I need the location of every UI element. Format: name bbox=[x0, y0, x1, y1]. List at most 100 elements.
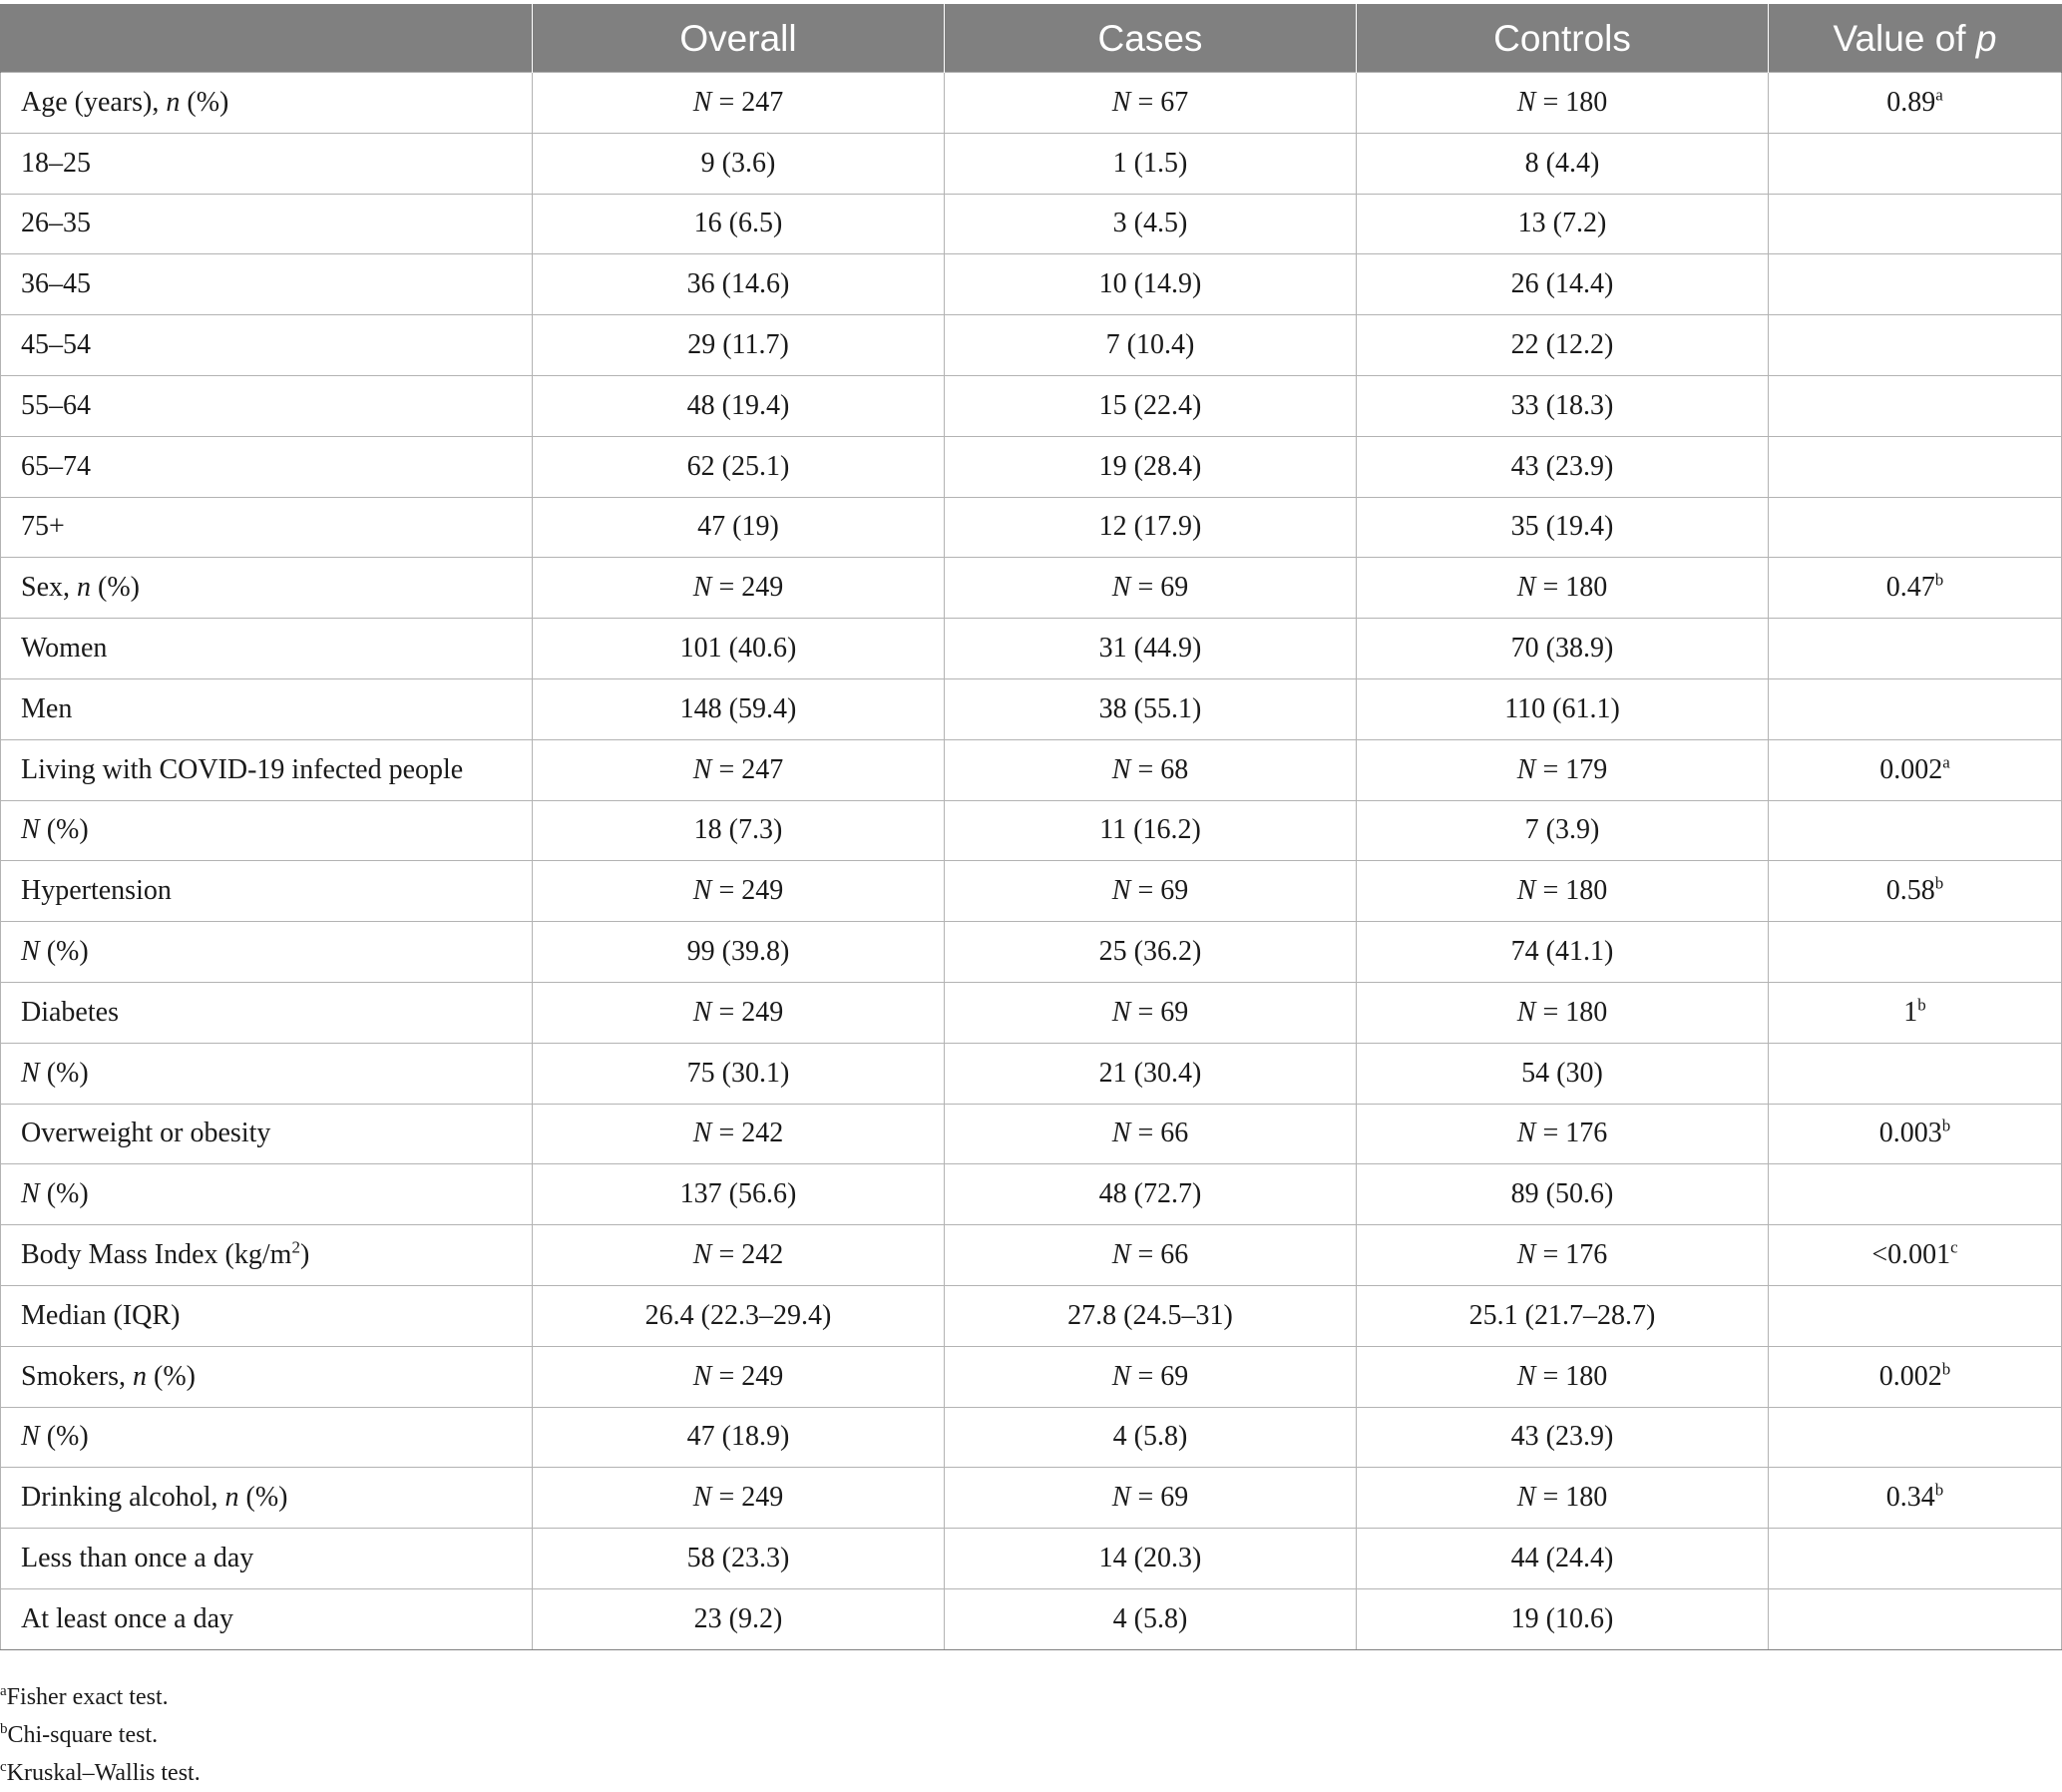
cell-controls: 74 (41.1) bbox=[1356, 921, 1769, 983]
p-value: 0.47 bbox=[1885, 572, 1935, 604]
footnote-mark: b bbox=[0, 1721, 8, 1737]
row-label: Diabetes bbox=[21, 996, 119, 1028]
cell-p-value bbox=[1768, 435, 2062, 498]
cell-value: 69 bbox=[1160, 572, 1189, 604]
row-label-cell: Sex, n (%) bbox=[0, 557, 533, 620]
row-label: 26–35 bbox=[21, 208, 91, 239]
cell-value: 18 (7.3) bbox=[693, 814, 783, 846]
n-symbol: N bbox=[1111, 86, 1131, 118]
cell-controls: N = 180 bbox=[1356, 1467, 1769, 1530]
cell-value: 47 (19) bbox=[697, 511, 779, 543]
table-row: N (%) 18 (7.3) 11 (16.2) 7 (3.9) bbox=[0, 799, 2062, 862]
n-equals: = bbox=[1130, 86, 1161, 118]
cell-value: 242 bbox=[741, 1239, 784, 1271]
cell-p-value: 0.002b bbox=[1768, 1345, 2062, 1408]
cell-p-value bbox=[1768, 921, 2062, 983]
table-row: N (%) 47 (18.9) 4 (5.8) 43 (23.9) bbox=[0, 1406, 2062, 1469]
cell-value: 54 (30) bbox=[1521, 1057, 1603, 1089]
table-row: N (%) 137 (56.6) 48 (72.7) 89 (50.6) bbox=[0, 1163, 2062, 1226]
p-value: <0.001 bbox=[1871, 1239, 1951, 1271]
row-label-suffix: (%) bbox=[91, 572, 140, 604]
cell-cases: 31 (44.9) bbox=[944, 618, 1357, 679]
cell-cases: 4 (5.8) bbox=[944, 1587, 1357, 1650]
cell-value: 13 (7.2) bbox=[1517, 208, 1607, 239]
n-symbol: N bbox=[1111, 875, 1131, 907]
row-label-cell: 45–54 bbox=[0, 314, 533, 376]
table-row: 65–74 62 (25.1) 19 (28.4) 43 (23.9) bbox=[0, 435, 2062, 498]
cell-value: 9 (3.6) bbox=[700, 147, 776, 179]
n-equals: = bbox=[711, 1360, 742, 1392]
n-symbol: N bbox=[1516, 753, 1536, 785]
row-label-cell: Overweight or obesity bbox=[0, 1103, 533, 1165]
row-label-italic: n bbox=[133, 1360, 147, 1392]
p-value: 0.89 bbox=[1886, 86, 1936, 118]
cell-cases: 7 (10.4) bbox=[944, 314, 1357, 376]
cell-cases: N = 69 bbox=[944, 981, 1357, 1044]
cell-overall: N = 247 bbox=[532, 72, 945, 134]
n-symbol: N bbox=[692, 572, 712, 604]
n-symbol: N bbox=[1111, 1360, 1131, 1392]
cell-value: 23 (9.2) bbox=[693, 1602, 783, 1634]
row-label: 75+ bbox=[21, 511, 65, 543]
cell-controls: 89 (50.6) bbox=[1356, 1163, 1769, 1226]
table-row: Diabetes N = 249 N = 69 N = 180 1b bbox=[0, 981, 2062, 1044]
row-label: Median (IQR) bbox=[21, 1299, 181, 1331]
n-equals: = bbox=[1535, 1482, 1566, 1514]
n-symbol: N bbox=[1516, 86, 1536, 118]
n-symbol: N bbox=[1516, 1482, 1536, 1514]
cell-value: 48 (72.7) bbox=[1098, 1178, 1202, 1210]
table-row: N (%) 99 (39.8) 25 (36.2) 74 (41.1) bbox=[0, 921, 2062, 983]
cell-cases: N = 69 bbox=[944, 1345, 1357, 1408]
cell-p-value bbox=[1768, 132, 2062, 195]
n-symbol: N bbox=[692, 1118, 712, 1149]
n-equals: = bbox=[1130, 996, 1161, 1028]
cell-p-value bbox=[1768, 1528, 2062, 1589]
cell-value: 12 (17.9) bbox=[1098, 511, 1202, 543]
cell-value: 74 (41.1) bbox=[1510, 936, 1614, 968]
cell-overall: 62 (25.1) bbox=[532, 435, 945, 498]
footnote-text: Fisher exact test. bbox=[6, 1684, 169, 1710]
cell-p-value bbox=[1768, 314, 2062, 376]
cell-value: 180 bbox=[1565, 1360, 1608, 1392]
header-blank bbox=[0, 4, 533, 73]
cell-overall: N = 247 bbox=[532, 738, 945, 801]
table-row: Living with COVID-19 infected people N = … bbox=[0, 738, 2062, 801]
n-equals: = bbox=[711, 86, 742, 118]
n-symbol: N bbox=[692, 875, 712, 907]
cell-value: 25 (36.2) bbox=[1098, 936, 1202, 968]
cell-controls: 7 (3.9) bbox=[1356, 799, 1769, 862]
cell-cases: 19 (28.4) bbox=[944, 435, 1357, 498]
cell-overall: N = 242 bbox=[532, 1224, 945, 1286]
n-equals: = bbox=[711, 1118, 742, 1149]
cell-value: 44 (24.4) bbox=[1510, 1543, 1614, 1574]
p-value-footnote-mark: b bbox=[1934, 570, 1944, 590]
cell-controls: 70 (38.9) bbox=[1356, 618, 1769, 679]
cell-controls: N = 180 bbox=[1356, 860, 1769, 923]
cell-controls: N = 180 bbox=[1356, 557, 1769, 620]
cell-overall: 9 (3.6) bbox=[532, 132, 945, 195]
n-equals: = bbox=[1130, 875, 1161, 907]
row-label-suffix: ) bbox=[299, 1239, 310, 1271]
cell-controls: 22 (12.2) bbox=[1356, 314, 1769, 376]
cell-value: 26 (14.4) bbox=[1510, 268, 1614, 300]
row-label: 36–45 bbox=[21, 268, 91, 300]
row-label-cell: N (%) bbox=[0, 921, 533, 983]
cell-value: 48 (19.4) bbox=[686, 389, 790, 421]
n-equals: = bbox=[1535, 572, 1566, 604]
cell-value: 10 (14.9) bbox=[1098, 268, 1202, 300]
cell-value: 43 (23.9) bbox=[1510, 1421, 1614, 1453]
n-equals: = bbox=[1535, 1360, 1566, 1392]
n-symbol: N bbox=[692, 1239, 712, 1271]
cell-value: 180 bbox=[1565, 572, 1608, 604]
p-value: 0.002 bbox=[1879, 753, 1943, 785]
table-row: Overweight or obesity N = 242 N = 66 N = 17… bbox=[0, 1103, 2062, 1165]
cell-value: 69 bbox=[1160, 875, 1189, 907]
cell-p-value bbox=[1768, 374, 2062, 437]
table-row: 26–35 16 (6.5) 3 (4.5) 13 (7.2) bbox=[0, 193, 2062, 255]
cell-p-value bbox=[1768, 1587, 2062, 1650]
n-equals: = bbox=[1130, 1239, 1161, 1271]
header-value-of-p: Value of p bbox=[1768, 4, 2062, 73]
table-row: Body Mass Index (kg/m2) N = 242 N = 66 N = … bbox=[0, 1224, 2062, 1286]
row-label-cell: N (%) bbox=[0, 1163, 533, 1226]
cell-value: 180 bbox=[1565, 996, 1608, 1028]
